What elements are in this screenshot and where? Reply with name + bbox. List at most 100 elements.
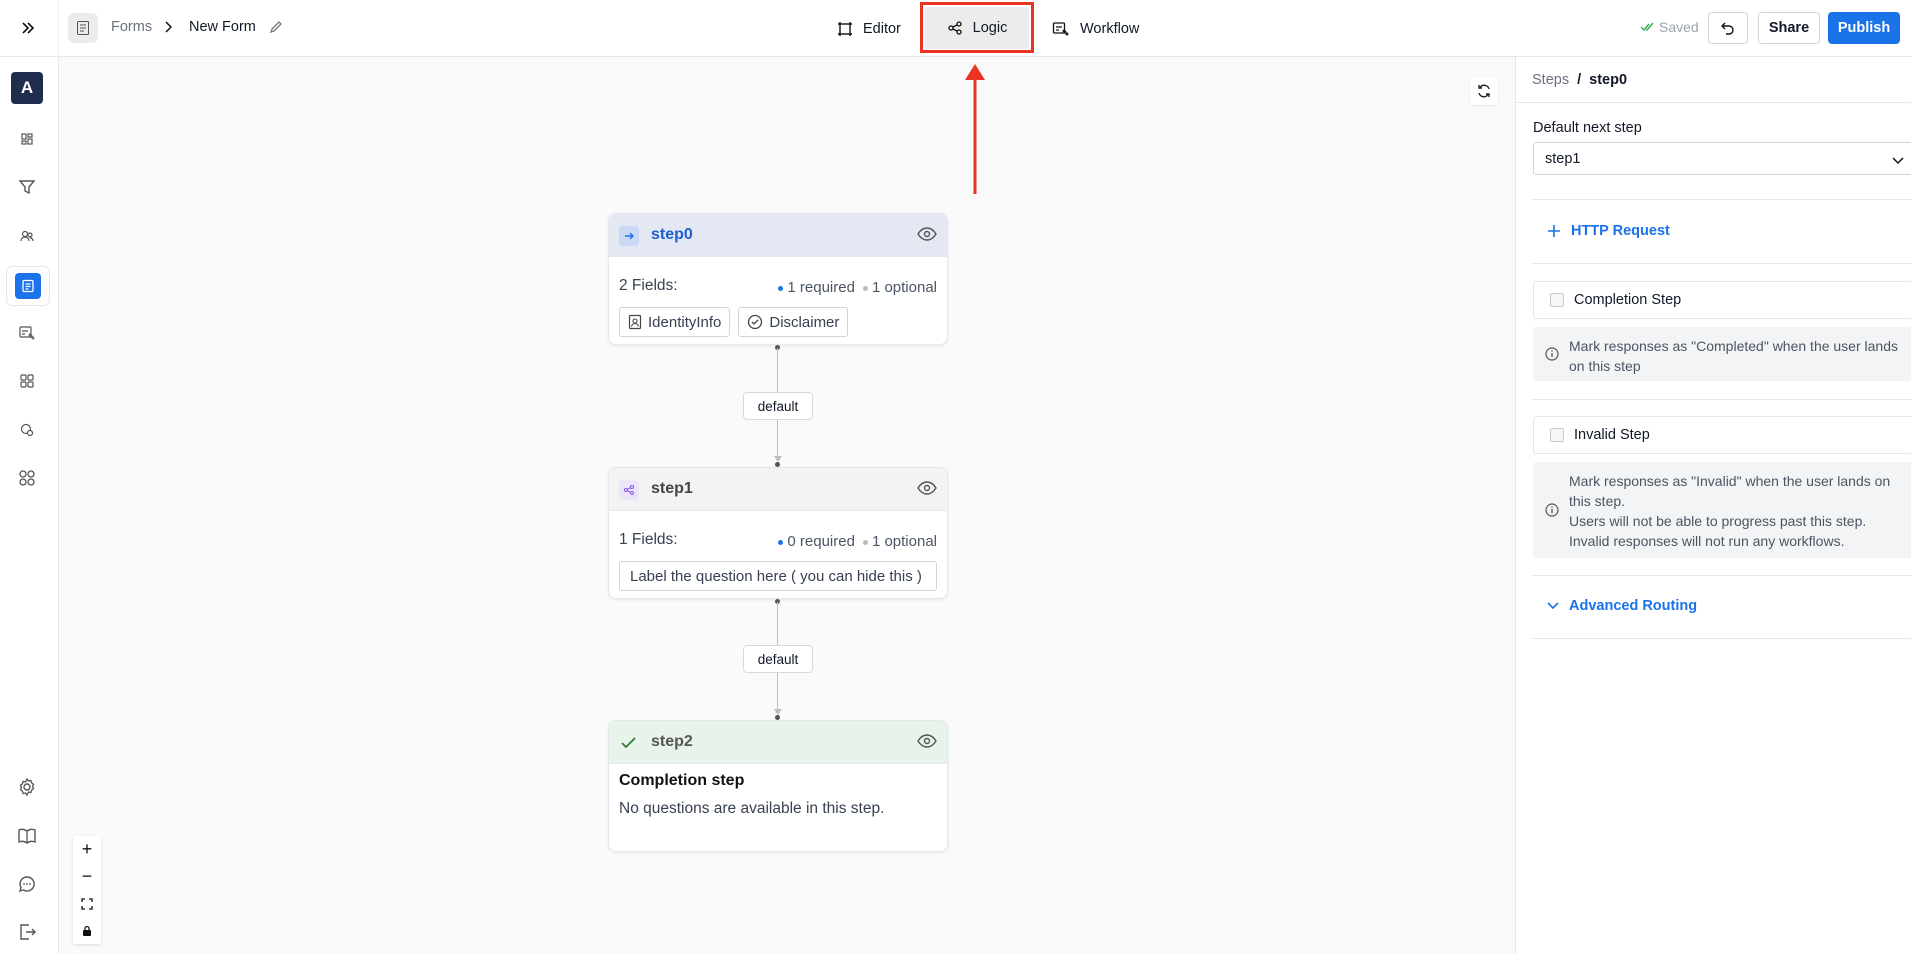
fields-count: 2 Fields:: [619, 277, 678, 294]
completion-step-label: Completion Step: [1574, 292, 1682, 308]
breadcrumb-current-form: New Form: [189, 19, 256, 35]
refresh-layout-button[interactable]: [1470, 77, 1498, 105]
step-node-title: step1: [651, 480, 693, 497]
step-node-header: step2: [609, 721, 947, 764]
zoom-out-button[interactable]: −: [73, 863, 101, 890]
info-icon: [1545, 502, 1559, 522]
lock-icon[interactable]: [73, 917, 101, 944]
divider: [1532, 263, 1911, 264]
tab-workflow-label: Workflow: [1080, 20, 1140, 37]
step-node-step2[interactable]: step2 Completion step No questions are a…: [608, 720, 948, 852]
chevron-down-icon: [1547, 602, 1559, 610]
zoom-in-button[interactable]: +: [73, 836, 101, 863]
checkbox[interactable]: [1550, 428, 1564, 442]
invalid-step-checkbox[interactable]: Invalid Step: [1533, 416, 1911, 454]
zoom-controls: + −: [73, 836, 101, 944]
undo-button[interactable]: [1708, 12, 1748, 44]
field-chip-question[interactable]: Label the question here ( you can hide t…: [619, 561, 937, 591]
id-card-icon: [628, 314, 642, 330]
completion-step-checkbox[interactable]: Completion Step: [1533, 281, 1911, 319]
expand-sidebar-icon[interactable]: [16, 16, 40, 40]
chevron-right-icon: [164, 20, 173, 38]
logic-branch-icon: [619, 480, 639, 500]
editor-icon: [838, 21, 852, 36]
completion-info-text: Mark responses as "Completed" when the u…: [1569, 338, 1898, 374]
fields-count: 1 Fields:: [619, 531, 678, 548]
eye-icon[interactable]: [917, 734, 937, 753]
field-chip-disclaimer[interactable]: Disclaimer: [738, 307, 849, 337]
pencil-icon[interactable]: [268, 19, 284, 40]
required-count: 0 required: [787, 533, 855, 550]
refresh-icon: [1478, 84, 1490, 98]
advanced-routing-label: Advanced Routing: [1569, 598, 1698, 614]
checkmark-icon: [619, 733, 639, 753]
panel-breadcrumb-steps[interactable]: Steps: [1532, 72, 1569, 88]
invalid-info-line: Mark responses as "Invalid" when the use…: [1569, 473, 1891, 509]
invalid-step-info: Mark responses as "Invalid" when the use…: [1533, 462, 1911, 558]
step-node-step0[interactable]: step0 2 Fields: 1 required 1 optional Id…: [608, 213, 948, 345]
tab-editor-label: Editor: [863, 20, 901, 37]
modules-icon[interactable]: [15, 466, 39, 490]
dashboard-icon[interactable]: [15, 127, 39, 151]
completion-step-text: No questions are available in this step.: [619, 800, 885, 817]
invalid-info-line: Invalid responses will not run any workf…: [1569, 533, 1845, 549]
settings-icon[interactable]: [15, 775, 39, 799]
info-icon: [1545, 346, 1559, 366]
http-request-label: HTTP Request: [1571, 223, 1670, 239]
checkbox[interactable]: [1550, 293, 1564, 307]
docs-icon[interactable]: [15, 824, 39, 848]
apps-icon[interactable]: [15, 369, 39, 393]
divider: [1532, 638, 1911, 639]
users-icon[interactable]: [15, 224, 39, 248]
step-node-header: step1: [609, 468, 947, 511]
invalid-info-line: Users will not be able to progress past …: [1569, 513, 1867, 529]
arrow-right-icon: [619, 226, 639, 246]
top-bar: Forms New Form Editor Logic Workflow Sav…: [0, 0, 1911, 57]
fit-view-icon[interactable]: [73, 890, 101, 917]
add-http-request-button[interactable]: HTTP Request: [1547, 223, 1670, 239]
panel-breadcrumb-current: step0: [1589, 72, 1628, 88]
completion-step-title: Completion step: [619, 772, 745, 789]
topbar-divider: [58, 0, 59, 57]
required-count: 1 required: [787, 279, 855, 296]
logout-icon[interactable]: [15, 920, 39, 944]
invalid-step-label: Invalid Step: [1574, 427, 1650, 443]
saved-status-text: Saved: [1659, 19, 1699, 35]
completion-step-info: Mark responses as "Completed" when the u…: [1533, 327, 1911, 381]
optional-count: 1 optional: [871, 279, 937, 296]
forms-icon[interactable]: [6, 266, 50, 306]
chat-icon[interactable]: [15, 872, 39, 896]
panel-breadcrumb-separator: /: [1577, 72, 1582, 88]
divider: [1516, 102, 1911, 103]
divider: [1532, 199, 1911, 200]
saved-status: Saved: [1640, 19, 1699, 35]
step-node-title: step2: [651, 733, 693, 750]
avatar[interactable]: A: [11, 72, 43, 104]
tab-editor[interactable]: Editor: [837, 0, 901, 57]
advanced-routing-toggle[interactable]: Advanced Routing: [1547, 598, 1697, 614]
breadcrumb-forms[interactable]: Forms: [111, 19, 152, 35]
step-node-title: step0: [651, 226, 693, 243]
left-sidebar: A: [0, 57, 59, 954]
field-chip-identityinfo[interactable]: IdentityInfo: [619, 307, 731, 337]
chip-label: Disclaimer: [769, 313, 840, 331]
tab-logic[interactable]: Logic: [925, 7, 1029, 49]
filter-icon[interactable]: [15, 175, 39, 199]
default-next-step-select[interactable]: step1: [1533, 142, 1911, 175]
edge-label[interactable]: default: [743, 392, 813, 420]
fields-meta: 1 required 1 optional: [778, 279, 937, 296]
divider: [1532, 399, 1911, 400]
submissions-icon[interactable]: [15, 321, 39, 345]
publish-button[interactable]: Publish: [1828, 12, 1900, 44]
check-icon: [1640, 22, 1654, 32]
edge-label[interactable]: default: [743, 645, 813, 673]
eye-icon[interactable]: [917, 481, 937, 500]
default-next-step-value: step1: [1545, 150, 1581, 167]
tab-workflow[interactable]: Workflow: [1052, 0, 1139, 57]
fields-meta: 0 required 1 optional: [778, 533, 937, 550]
plus-icon: [1548, 225, 1560, 237]
step-node-step1[interactable]: step1 1 Fields: 0 required 1 optional La…: [608, 467, 948, 599]
eye-icon[interactable]: [917, 227, 937, 246]
integrations-icon[interactable]: [15, 418, 39, 442]
share-button[interactable]: Share: [1758, 12, 1820, 44]
